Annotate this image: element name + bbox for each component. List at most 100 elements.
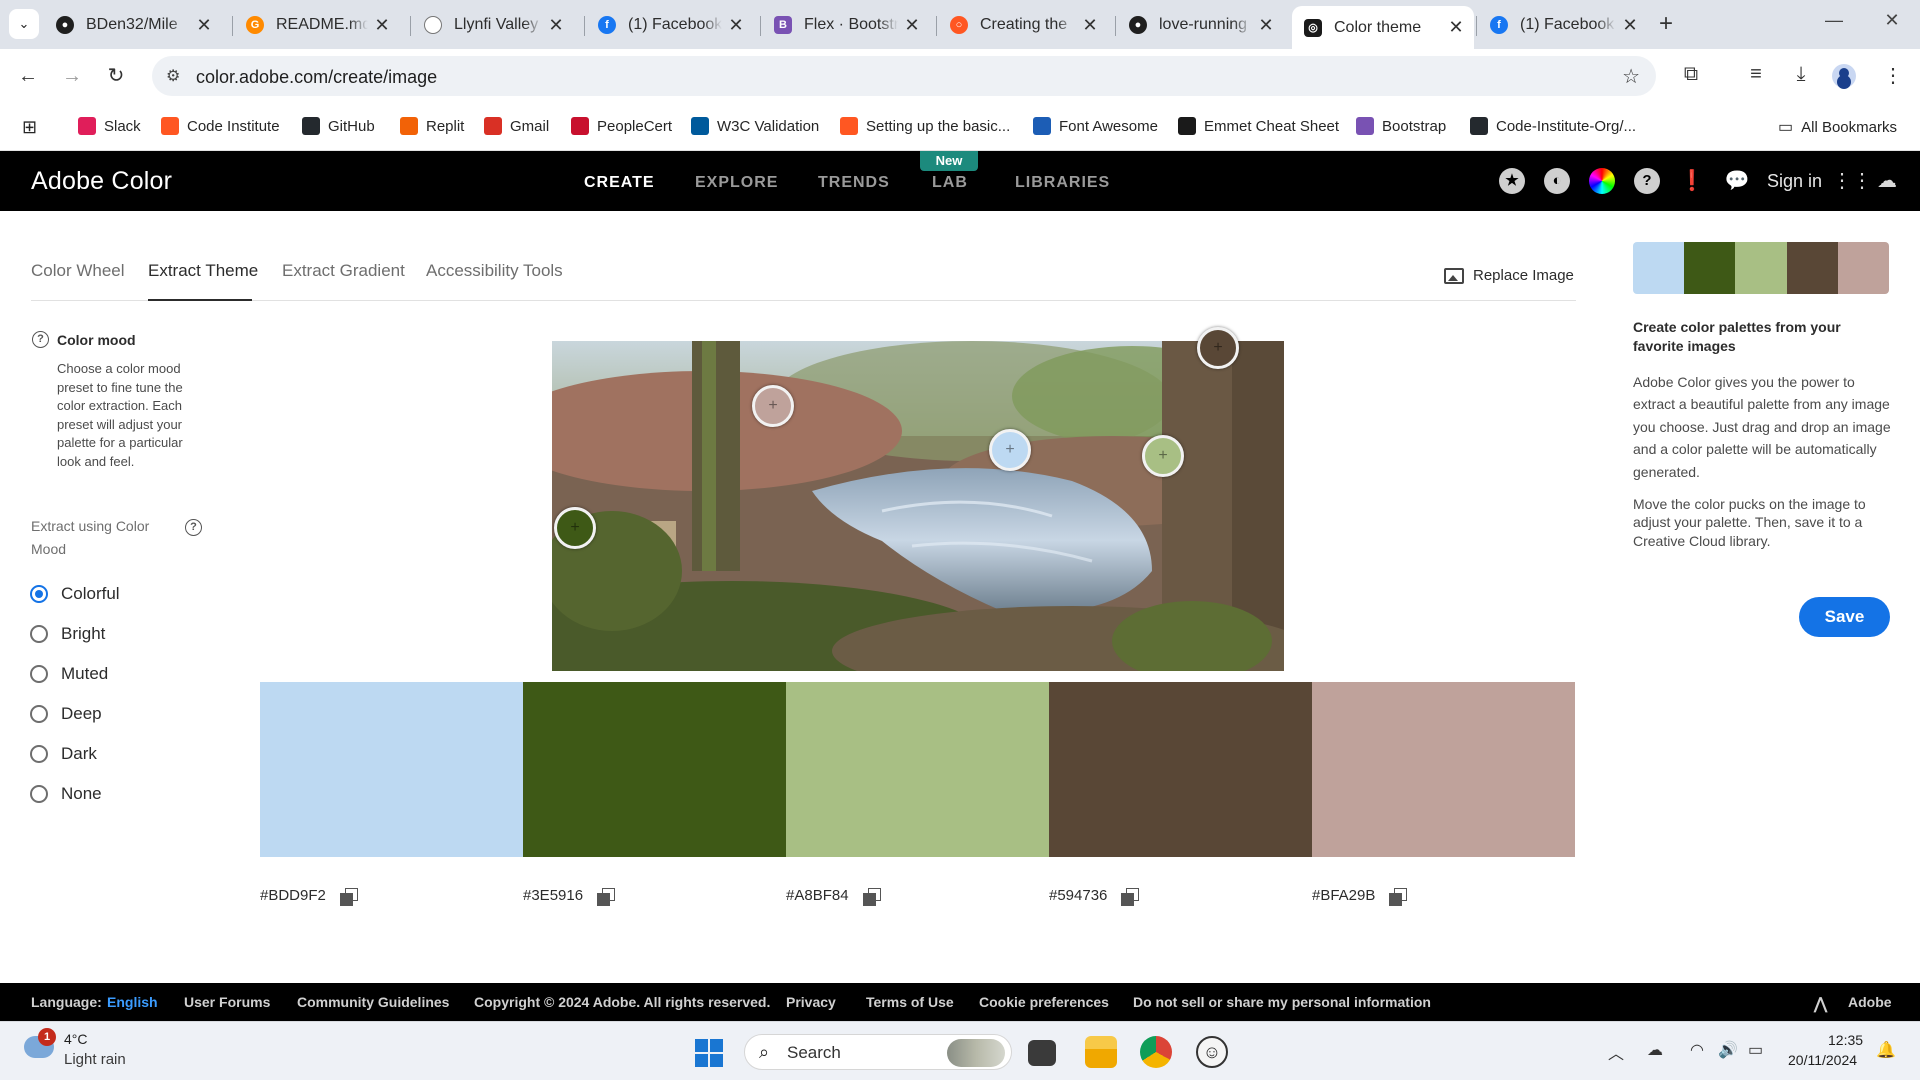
download-icon[interactable]: ⤓ <box>1787 63 1815 86</box>
radio-button[interactable] <box>30 705 48 723</box>
chat-icon[interactable]: 💬 <box>1724 168 1750 194</box>
nav-create[interactable]: CREATE <box>584 174 655 192</box>
bookmark-star-icon[interactable]: ☆ <box>1622 64 1640 89</box>
weather-temp[interactable]: 4°C <box>64 1031 88 1047</box>
apps-grid-icon[interactable]: ⋮⋮ <box>1832 168 1872 194</box>
radio-button[interactable] <box>30 785 48 803</box>
bookmark-item[interactable]: GitHub <box>302 117 375 135</box>
browser-tab[interactable]: Llynfi Valley A ✕ <box>412 8 574 42</box>
radio-button[interactable] <box>30 625 48 643</box>
copy-icon[interactable] <box>339 887 358 906</box>
browser-menu-icon[interactable]: ⋮ <box>1879 63 1907 88</box>
bookmark-item[interactable]: Gmail <box>484 117 549 135</box>
hex-code[interactable]: #594736 <box>1049 887 1107 904</box>
close-tab-icon[interactable]: ✕ <box>374 15 390 36</box>
theme-contrast-icon[interactable]: ◐ <box>1544 168 1570 194</box>
copy-icon[interactable] <box>597 887 616 906</box>
color-puck-2[interactable] <box>554 507 596 549</box>
volume-icon[interactable]: 🔊 <box>1718 1040 1738 1060</box>
bookmark-item[interactable]: Code Institute <box>161 117 280 135</box>
browser-tab[interactable]: ◎ Color theme ✕ <box>1292 6 1474 49</box>
apps-grid-icon[interactable]: ⊞ <box>22 117 37 138</box>
copy-icon[interactable] <box>862 887 881 906</box>
taskbar-search[interactable]: ⌕ Search <box>744 1034 1012 1070</box>
mood-option-dark[interactable]: Dark <box>30 744 97 764</box>
color-puck-1[interactable] <box>989 429 1031 471</box>
tab-extract-gradient[interactable]: Extract Gradient <box>282 261 405 281</box>
bookmark-item[interactable]: Code-Institute-Org/... <box>1470 117 1636 135</box>
color-puck-3[interactable] <box>1142 435 1184 477</box>
tab-search-chevron-icon[interactable]: ⌄ <box>9 9 39 39</box>
palette-swatch-5[interactable] <box>1312 682 1575 857</box>
clock-time[interactable]: 12:35 <box>1828 1032 1863 1048</box>
url-text[interactable]: color.adobe.com/create/image <box>196 67 437 88</box>
radio-button[interactable] <box>30 745 48 763</box>
browser-tab[interactable]: ● love-running ✕ <box>1117 8 1284 42</box>
bookmark-item[interactable]: Replit <box>400 117 464 135</box>
save-button[interactable]: Save <box>1799 597 1890 637</box>
bookmark-item[interactable]: Bootstrap <box>1356 117 1446 135</box>
close-tab-icon[interactable]: ✕ <box>904 15 920 36</box>
clock-date[interactable]: 20/11/2024 <box>1788 1052 1857 1068</box>
battery-icon[interactable]: ▭ <box>1748 1040 1763 1060</box>
close-tab-icon[interactable]: ✕ <box>1448 17 1464 38</box>
replace-image-button[interactable]: Replace Image <box>1444 267 1574 284</box>
profile-avatar-icon[interactable] <box>1832 64 1856 88</box>
minimize-icon[interactable]: — <box>1812 10 1856 31</box>
palette-swatch-1[interactable] <box>260 682 523 857</box>
url-omnibox[interactable]: ⚙ color.adobe.com/create/image ☆ <box>152 56 1656 96</box>
hex-code[interactable]: #A8BF84 <box>786 887 849 904</box>
onedrive-icon[interactable]: ☁ <box>1647 1040 1663 1060</box>
browser-tab[interactable]: ● BDen32/Mile ✕ <box>44 8 222 42</box>
footer-link-user-forums[interactable]: User Forums <box>184 994 270 1010</box>
tab-color-wheel[interactable]: Color Wheel <box>31 261 125 281</box>
task-view-icon[interactable] <box>1028 1040 1056 1066</box>
nav-libraries[interactable]: LIBRARIES <box>1015 174 1110 192</box>
nav-trends[interactable]: TRENDS <box>818 174 890 192</box>
footer-link-privacy[interactable]: Privacy <box>786 994 836 1010</box>
chrome-icon[interactable] <box>1140 1036 1172 1068</box>
close-tab-icon[interactable]: ✕ <box>548 15 564 36</box>
copy-icon[interactable] <box>1121 887 1140 906</box>
close-window-icon[interactable]: ✕ <box>1870 10 1914 31</box>
palette-swatch-4[interactable] <box>1049 682 1312 857</box>
emoji-app-icon[interactable]: ☺ <box>1196 1036 1228 1068</box>
close-tab-icon[interactable]: ✕ <box>728 15 744 36</box>
footer-link-do-not-sell[interactable]: Do not sell or share my personal informa… <box>1133 994 1431 1010</box>
color-mood-help-icon[interactable]: ? <box>32 331 49 348</box>
close-tab-icon[interactable]: ✕ <box>196 15 212 36</box>
tray-chevron-icon[interactable]: ︿ <box>1608 1040 1624 1064</box>
all-bookmarks[interactable]: ▭ All Bookmarks <box>1778 117 1897 137</box>
mood-option-bright[interactable]: Bright <box>30 624 105 644</box>
bookmark-item[interactable]: Emmet Cheat Sheet <box>1178 117 1339 135</box>
mood-option-deep[interactable]: Deep <box>30 704 102 724</box>
nav-explore[interactable]: EXPLORE <box>695 174 778 192</box>
media-control-icon[interactable]: ≡ <box>1742 63 1770 86</box>
palette-swatch-2[interactable] <box>523 682 786 857</box>
language-selector[interactable]: English <box>107 994 158 1010</box>
footer-link-terms[interactable]: Terms of Use <box>866 994 954 1010</box>
radio-button[interactable] <box>30 665 48 683</box>
palette-swatch-3[interactable] <box>786 682 1049 857</box>
extensions-icon[interactable]: ⧉ <box>1677 63 1705 86</box>
site-info-icon[interactable]: ⚙ <box>166 66 180 86</box>
bookmark-item[interactable]: Setting up the basic... <box>840 117 1010 135</box>
close-tab-icon[interactable]: ✕ <box>1082 15 1098 36</box>
browser-tab[interactable]: f (1) Facebook ✕ <box>1478 8 1648 42</box>
favorites-star-icon[interactable]: ★ <box>1499 168 1525 194</box>
browser-tab[interactable]: G README.md ✕ <box>234 8 400 42</box>
browser-tab[interactable]: f (1) Facebook ✕ <box>586 8 754 42</box>
source-image[interactable] <box>552 341 1284 671</box>
browser-tab[interactable]: B Flex · Bootstr ✕ <box>762 8 930 42</box>
notifications-bell-icon[interactable]: 🔔 <box>1876 1040 1896 1060</box>
color-wheel-icon[interactable] <box>1589 168 1615 194</box>
copy-icon[interactable] <box>1389 887 1408 906</box>
browser-tab[interactable]: ○ Creating the ✕ <box>938 8 1108 42</box>
mood-option-none[interactable]: None <box>30 784 102 804</box>
file-explorer-icon[interactable] <box>1085 1036 1117 1068</box>
forward-arrow-icon[interactable]: → <box>58 62 86 90</box>
weather-desc[interactable]: Light rain <box>64 1051 126 1068</box>
mood-option-colorful[interactable]: Colorful <box>30 584 120 604</box>
bookmark-item[interactable]: W3C Validation <box>691 117 819 135</box>
radio-button[interactable] <box>30 585 48 603</box>
